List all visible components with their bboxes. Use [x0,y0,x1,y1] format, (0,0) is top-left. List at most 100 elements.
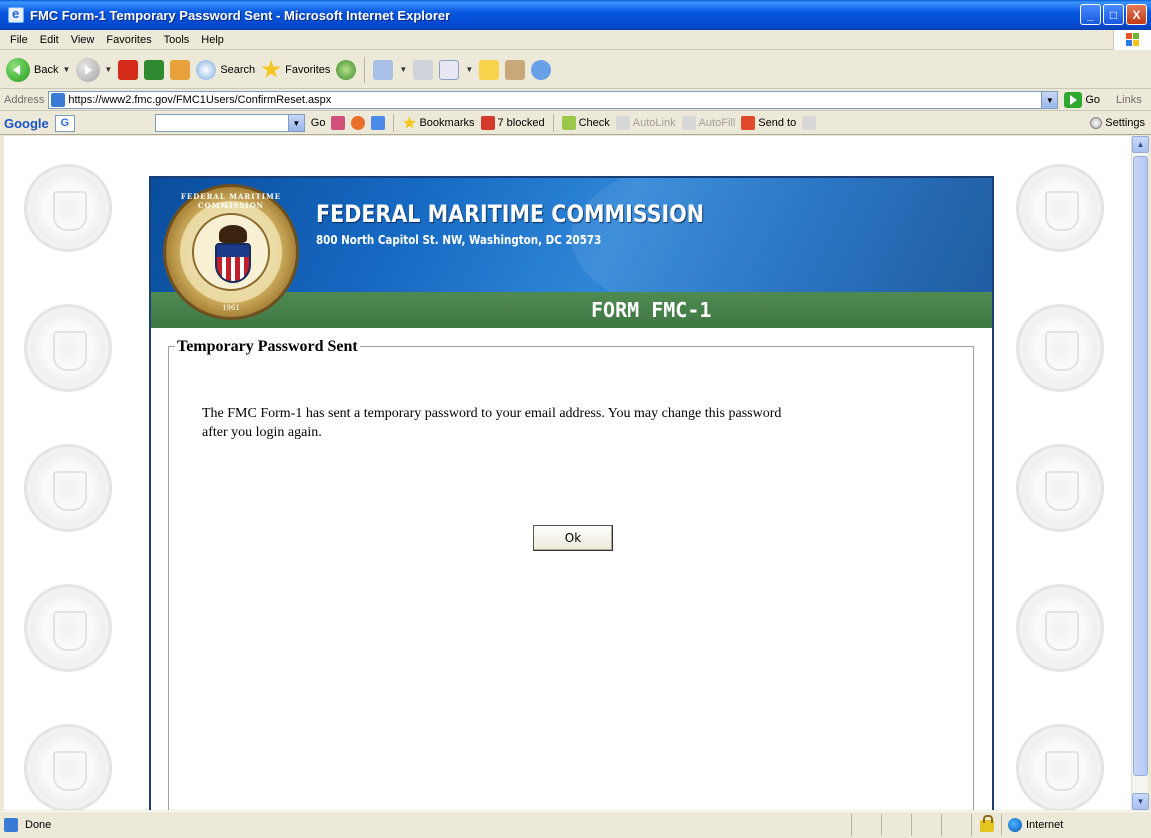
chevron-down-icon[interactable]: ▼ [465,65,473,74]
send-to-button[interactable]: Send to [741,116,796,130]
security-zone[interactable]: Internet [1001,814,1151,836]
sendto-label: Send to [758,117,797,129]
globe-icon [1008,818,1022,832]
seal-center [192,213,270,291]
toolbar-separator [552,114,554,132]
page-status-icon [4,817,18,832]
go-label: Go [1085,94,1101,106]
discuss-icon[interactable] [479,59,500,80]
highlighter-icon[interactable] [802,116,817,130]
search-button[interactable]: Search [196,59,255,80]
scroll-thumb[interactable] [1133,156,1148,776]
status-panel [851,814,881,836]
google-logo[interactable]: Google [4,116,49,131]
chevron-down-icon[interactable]: ▼ [287,115,304,131]
ie-app-icon [8,6,24,23]
url-text: https://www2.fmc.gov/FMC1Users/ConfirmRe… [68,94,332,106]
background-seal [1016,164,1104,252]
bookmarks-button[interactable]: Bookmarks [402,116,475,130]
zone-label: Internet [1026,819,1064,831]
google-menu-icon[interactable]: G [54,114,75,132]
history-icon[interactable] [336,59,357,80]
google-go-button[interactable]: Go [311,117,326,129]
settings-label: Settings [1105,117,1145,129]
scroll-up-button[interactable]: ▲ [1132,136,1149,153]
research-icon[interactable] [505,59,526,80]
chevron-down-icon[interactable]: ▼ [62,65,70,74]
chevron-down-icon[interactable]: ▼ [1041,92,1058,108]
forward-arrow-icon [76,57,101,82]
temporary-password-section: Temporary Password Sent The FMC Form-1 h… [168,338,974,810]
menu-tools[interactable]: Tools [158,34,196,46]
window-controls: _ □ X [1080,4,1147,25]
agency-name: FEDERAL MARITIME COMMISSION [316,200,705,228]
messenger-icon[interactable] [531,59,552,80]
links-button[interactable]: Links [1116,94,1142,106]
url-input[interactable]: https://www2.fmc.gov/FMC1Users/ConfirmRe… [48,91,1059,109]
eagle-icon [219,225,247,243]
background-seal [1016,304,1104,392]
autolink-label: AutoLink [632,117,676,129]
minimize-button[interactable]: _ [1080,4,1101,25]
confirmation-message: The FMC Form-1 has sent a temporary pass… [202,406,782,440]
star-icon [261,59,281,78]
status-text: Done [25,818,52,831]
favorites-button[interactable]: Favorites [261,59,331,80]
settings-button[interactable]: Settings [1090,117,1145,129]
popup-blocked-icon [480,116,495,130]
go-button[interactable]: Go [1064,92,1100,108]
back-label: Back [34,63,59,76]
lock-icon [980,815,994,832]
back-button[interactable]: Back ▼ [6,57,70,82]
autolink-button[interactable]: AutoLink [615,116,676,130]
spell-check-button[interactable]: Check [561,116,610,130]
address-bar: Address https://www2.fmc.gov/FMC1Users/C… [0,90,1151,111]
page-icon [51,93,66,107]
go-arrow-icon [1064,92,1083,108]
status-bar: Done Internet [0,811,1151,837]
form-title: FORM FMC-1 [591,298,712,322]
home-icon[interactable] [170,59,191,80]
stop-icon[interactable] [118,59,139,80]
background-seal [1016,724,1104,810]
pagerank-icon[interactable] [331,116,346,130]
autolink-icon [615,116,630,130]
ok-button[interactable]: Ok [533,525,613,551]
seal-text: FEDERAL MARITIME COMMISSION [180,192,282,210]
scroll-down-button[interactable]: ▼ [1132,793,1149,810]
chevron-down-icon[interactable]: ▼ [399,65,407,74]
background-seal [24,304,112,392]
edit-word-icon[interactable] [439,59,460,80]
mail-icon[interactable] [373,59,394,80]
chevron-down-icon[interactable]: ▼ [104,65,112,74]
news-icon[interactable] [351,116,366,130]
agency-address: 800 North Capitol St. NW, Washington, DC… [316,233,602,247]
popup-blocker-button[interactable]: 7 blocked [480,116,545,130]
forward-button[interactable]: ▼ [76,57,112,82]
menu-help[interactable]: Help [195,34,230,46]
status-panel [911,814,941,836]
favorites-label: Favorites [285,63,331,76]
refresh-icon[interactable] [144,59,165,80]
seal-year: 1961 [222,304,240,312]
standard-toolbar: Back ▼ ▼ Search Favorites ▼ ▼ [0,51,1151,89]
vertical-scrollbar[interactable]: ▲ ▼ [1131,136,1149,810]
maximize-button[interactable]: □ [1103,4,1124,25]
background-seal [24,444,112,532]
windows-logo-icon [1113,30,1151,50]
window-title-bar[interactable]: FMC Form-1 Temporary Password Sent - Mic… [0,0,1151,30]
shield-icon [215,243,251,283]
close-button[interactable]: X [1126,4,1147,25]
sidewiki-icon[interactable] [371,116,386,130]
secure-connection-panel[interactable] [971,814,1001,836]
status-panel [881,814,911,836]
menu-file[interactable]: File [4,34,34,46]
background-seal [24,164,112,252]
menu-view[interactable]: View [65,34,101,46]
google-search-input[interactable]: ▼ [154,114,305,132]
print-icon[interactable] [413,59,434,80]
menu-edit[interactable]: Edit [34,34,65,46]
menu-favorites[interactable]: Favorites [100,34,157,46]
autofill-button[interactable]: AutoFill [681,116,735,130]
page-container: FEDERAL MARITIME COMMISSION 800 North Ca… [149,176,994,810]
